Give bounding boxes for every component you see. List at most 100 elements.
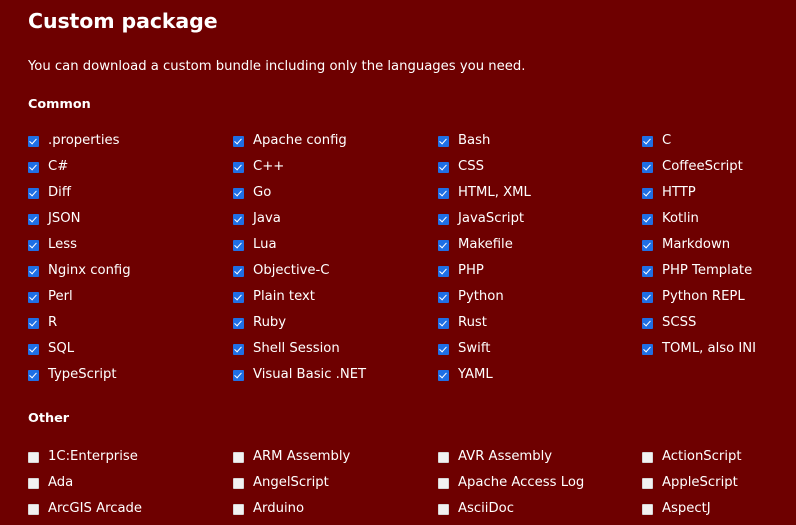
checkbox-checked-icon[interactable]: [642, 265, 653, 277]
language-option-r[interactable]: R: [28, 310, 233, 336]
language-option-python[interactable]: Python: [438, 284, 642, 310]
checkbox-checked-icon[interactable]: [438, 369, 449, 381]
language-option-diff[interactable]: Diff: [28, 180, 233, 206]
checkbox-checked-icon[interactable]: [438, 291, 449, 303]
checkbox-unchecked-icon[interactable]: [28, 451, 39, 463]
checkbox-checked-icon[interactable]: [233, 213, 244, 225]
checkbox-checked-icon[interactable]: [233, 135, 244, 147]
language-option-angelscript[interactable]: AngelScript: [233, 470, 438, 496]
checkbox-checked-icon[interactable]: [28, 317, 39, 329]
checkbox-checked-icon[interactable]: [28, 239, 39, 251]
language-option-ruby[interactable]: Ruby: [233, 310, 438, 336]
language-option-json[interactable]: JSON: [28, 206, 233, 232]
checkbox-checked-icon[interactable]: [233, 239, 244, 251]
language-option-http[interactable]: HTTP: [642, 180, 768, 206]
language-option-shell-session[interactable]: Shell Session: [233, 336, 438, 362]
language-option-1c-enterprise[interactable]: 1C:Enterprise: [28, 444, 233, 470]
checkbox-checked-icon[interactable]: [28, 291, 39, 303]
checkbox-checked-icon[interactable]: [438, 239, 449, 251]
checkbox-checked-icon[interactable]: [642, 213, 653, 225]
checkbox-checked-icon[interactable]: [28, 343, 39, 355]
language-option-actionscript[interactable]: ActionScript: [642, 444, 768, 470]
language-option-javascript[interactable]: JavaScript: [438, 206, 642, 232]
language-option-html-xml[interactable]: HTML, XML: [438, 180, 642, 206]
checkbox-checked-icon[interactable]: [642, 343, 653, 355]
language-option-bash[interactable]: Bash: [438, 128, 642, 154]
language-option-go[interactable]: Go: [233, 180, 438, 206]
checkbox-checked-icon[interactable]: [642, 317, 653, 329]
checkbox-checked-icon[interactable]: [233, 343, 244, 355]
checkbox-checked-icon[interactable]: [28, 135, 39, 147]
checkbox-checked-icon[interactable]: [438, 213, 449, 225]
checkbox-unchecked-icon[interactable]: [233, 503, 244, 515]
language-option-yaml[interactable]: YAML: [438, 362, 642, 388]
language-option-ada[interactable]: Ada: [28, 470, 233, 496]
checkbox-checked-icon[interactable]: [233, 317, 244, 329]
language-option-php-template[interactable]: PHP Template: [642, 258, 768, 284]
checkbox-unchecked-icon[interactable]: [438, 503, 449, 515]
checkbox-checked-icon[interactable]: [28, 265, 39, 277]
language-option-css[interactable]: CSS: [438, 154, 642, 180]
language-option-arcgis-arcade[interactable]: ArcGIS Arcade: [28, 496, 233, 522]
checkbox-checked-icon[interactable]: [438, 265, 449, 277]
checkbox-checked-icon[interactable]: [438, 187, 449, 199]
checkbox-checked-icon[interactable]: [438, 135, 449, 147]
checkbox-unchecked-icon[interactable]: [233, 477, 244, 489]
checkbox-checked-icon[interactable]: [642, 291, 653, 303]
language-option-properties[interactable]: .properties: [28, 128, 233, 154]
checkbox-unchecked-icon[interactable]: [642, 451, 653, 463]
language-option-java[interactable]: Java: [233, 206, 438, 232]
checkbox-unchecked-icon[interactable]: [28, 477, 39, 489]
language-option-c[interactable]: C++: [233, 154, 438, 180]
checkbox-checked-icon[interactable]: [642, 135, 653, 147]
language-option-typescript[interactable]: TypeScript: [28, 362, 233, 388]
language-option-avr-assembly[interactable]: AVR Assembly: [438, 444, 642, 470]
language-option-less[interactable]: Less: [28, 232, 233, 258]
checkbox-checked-icon[interactable]: [233, 187, 244, 199]
checkbox-checked-icon[interactable]: [28, 213, 39, 225]
checkbox-unchecked-icon[interactable]: [642, 503, 653, 515]
language-option-markdown[interactable]: Markdown: [642, 232, 768, 258]
language-option-arm-assembly[interactable]: ARM Assembly: [233, 444, 438, 470]
language-option-kotlin[interactable]: Kotlin: [642, 206, 768, 232]
checkbox-checked-icon[interactable]: [28, 369, 39, 381]
checkbox-checked-icon[interactable]: [438, 317, 449, 329]
language-option-lua[interactable]: Lua: [233, 232, 438, 258]
checkbox-checked-icon[interactable]: [642, 239, 653, 251]
language-option-apache-config[interactable]: Apache config: [233, 128, 438, 154]
checkbox-unchecked-icon[interactable]: [233, 451, 244, 463]
language-option-nginx-config[interactable]: Nginx config: [28, 258, 233, 284]
checkbox-unchecked-icon[interactable]: [438, 451, 449, 463]
checkbox-checked-icon[interactable]: [438, 161, 449, 173]
checkbox-checked-icon[interactable]: [28, 161, 39, 173]
language-option-coffeescript[interactable]: CoffeeScript: [642, 154, 768, 180]
language-option-php[interactable]: PHP: [438, 258, 642, 284]
checkbox-checked-icon[interactable]: [28, 187, 39, 199]
language-option-c[interactable]: C: [642, 128, 768, 154]
language-option-apache-access-log[interactable]: Apache Access Log: [438, 470, 642, 496]
language-option-scss[interactable]: SCSS: [642, 310, 768, 336]
checkbox-unchecked-icon[interactable]: [642, 477, 653, 489]
checkbox-checked-icon[interactable]: [233, 291, 244, 303]
checkbox-checked-icon[interactable]: [233, 369, 244, 381]
language-option-asciidoc[interactable]: AsciiDoc: [438, 496, 642, 522]
language-option-rust[interactable]: Rust: [438, 310, 642, 336]
checkbox-checked-icon[interactable]: [233, 265, 244, 277]
checkbox-checked-icon[interactable]: [438, 343, 449, 355]
language-option-plain-text[interactable]: Plain text: [233, 284, 438, 310]
language-option-applescript[interactable]: AppleScript: [642, 470, 768, 496]
language-option-c[interactable]: C#: [28, 154, 233, 180]
checkbox-unchecked-icon[interactable]: [28, 503, 39, 515]
checkbox-checked-icon[interactable]: [642, 187, 653, 199]
checkbox-checked-icon[interactable]: [642, 161, 653, 173]
language-option-objective-c[interactable]: Objective-C: [233, 258, 438, 284]
language-option-arduino[interactable]: Arduino: [233, 496, 438, 522]
language-option-visual-basic-net[interactable]: Visual Basic .NET: [233, 362, 438, 388]
language-option-aspectj[interactable]: AspectJ: [642, 496, 768, 522]
checkbox-unchecked-icon[interactable]: [438, 477, 449, 489]
checkbox-checked-icon[interactable]: [233, 161, 244, 173]
language-option-toml-also-ini[interactable]: TOML, also INI: [642, 336, 768, 362]
language-option-swift[interactable]: Swift: [438, 336, 642, 362]
language-option-python-repl[interactable]: Python REPL: [642, 284, 768, 310]
language-option-perl[interactable]: Perl: [28, 284, 233, 310]
